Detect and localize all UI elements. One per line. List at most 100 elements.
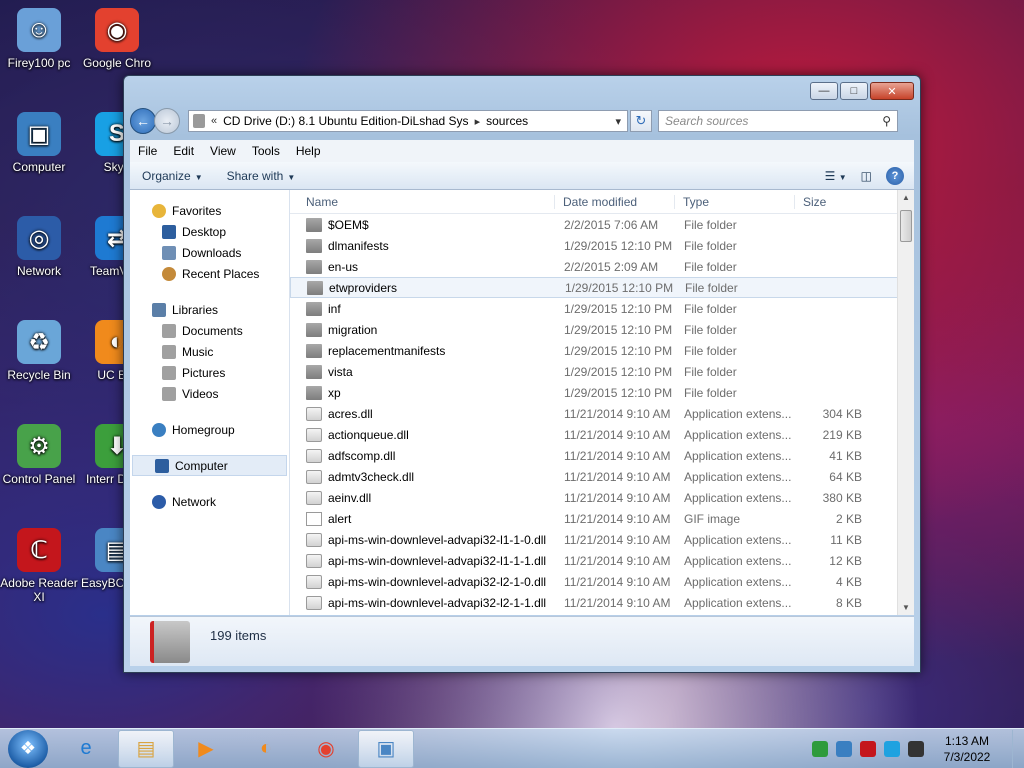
refresh-button[interactable]: ↻: [630, 110, 652, 132]
file-row[interactable]: inf 1/29/2015 12:10 PM File folder: [290, 298, 914, 319]
change-view-icon[interactable]: ☰ ▼: [825, 169, 847, 183]
preview-pane-icon[interactable]: ◫: [861, 169, 872, 183]
menu-edit[interactable]: Edit: [165, 144, 202, 158]
file-row[interactable]: acres.dll 11/21/2014 9:10 AM Application e…: [290, 403, 914, 424]
nav-homegroup[interactable]: Homegroup: [130, 419, 289, 440]
nav-pictures[interactable]: Pictures: [130, 362, 289, 383]
clock[interactable]: 1:13 AM 7/3/2022: [932, 733, 1002, 765]
maximize-button[interactable]: □: [840, 82, 868, 100]
ie-button[interactable]: e: [58, 730, 114, 768]
nav-libraries[interactable]: Libraries: [130, 299, 289, 320]
tray-icon[interactable]: [908, 740, 924, 757]
file-row[interactable]: $OEM$ 2/2/2015 7:06 AM File folder: [290, 214, 914, 235]
menu-file[interactable]: File: [130, 144, 165, 158]
file-row[interactable]: api-ms-win-downlevel-advapi32-l1-1-0.dll…: [290, 529, 914, 550]
show-desktop-button[interactable]: [1012, 729, 1024, 768]
file-name: api-ms-win-downlevel-advapi32-l2-1-0.dll: [290, 574, 554, 589]
uc-browser-button[interactable]: ◐: [238, 730, 294, 768]
dll-file-icon: [306, 595, 322, 610]
file-row[interactable]: dlmanifests 1/29/2015 12:10 PM File folder: [290, 235, 914, 256]
desktop-icon-control-panel[interactable]: ⚙ Control Panel: [0, 424, 78, 486]
taskbar: ❖ e ▤ ▶ ◐ ◉ ▣ 1:13 AM 7/3/2022: [0, 728, 1024, 768]
chrome-button[interactable]: ◉: [298, 730, 354, 768]
menu-view[interactable]: View: [202, 144, 244, 158]
close-button[interactable]: ✕: [870, 82, 914, 100]
column-type[interactable]: Type: [674, 194, 794, 209]
menu-tools[interactable]: Tools: [244, 144, 288, 158]
scrollbar-thumb[interactable]: [900, 210, 912, 242]
tray-icon[interactable]: [812, 740, 828, 757]
forward-button[interactable]: →: [154, 108, 180, 134]
scroll-down-icon[interactable]: ▼: [902, 603, 910, 612]
drive-large-icon: [150, 620, 190, 663]
tray-icon[interactable]: [836, 740, 852, 757]
desktop-icon-label: Control Panel: [2, 472, 76, 486]
desktop-icon-computer[interactable]: ▣ Computer: [0, 112, 78, 174]
nav-documents[interactable]: Documents: [130, 320, 289, 341]
nav-recent-places[interactable]: Recent Places: [130, 263, 289, 284]
easybcd-button[interactable]: ▣: [358, 729, 414, 768]
desktop-icon-firey100-pc[interactable]: ☺ Firey100 pc: [0, 8, 78, 70]
nav-favorites[interactable]: Favorites: [130, 200, 289, 221]
easybcd-icon: ▣: [376, 738, 396, 760]
file-row[interactable]: en-us 2/2/2015 2:09 AM File folder: [290, 256, 914, 277]
column-date-modified[interactable]: Date modified: [554, 194, 674, 209]
desktop-icon-label: Network: [16, 264, 61, 278]
file-row[interactable]: replacementmanifests 1/29/2015 12:10 PM Fi…: [290, 340, 914, 361]
file-row[interactable]: alert 11/21/2014 9:10 AM GIF image 2 KB: [290, 508, 914, 529]
file-row[interactable]: api-ms-win-downlevel-advapi32-l1-1-1.dll…: [290, 550, 914, 571]
file-row[interactable]: api-ms-win-downlevel-advapi32-l2-1-0.dll…: [290, 571, 914, 592]
desktop-icon-google-chro[interactable]: ◉ Google Chro: [78, 8, 156, 70]
help-icon[interactable]: ?: [886, 166, 904, 185]
file-row[interactable]: vista 1/29/2015 12:10 PM File folder: [290, 361, 914, 382]
file-row[interactable]: etwproviders 1/29/2015 12:10 PM File folde…: [290, 277, 914, 298]
column-name[interactable]: Name: [290, 195, 554, 209]
vertical-scrollbar[interactable]: ▲ ▼: [897, 190, 914, 615]
nav-homegroup-label: Homegroup: [172, 422, 235, 437]
nav-music[interactable]: Music: [130, 341, 289, 362]
desktop-icon-label: Adobe Reader XI: [0, 576, 78, 604]
desktop-icon-adobe-reader-xi[interactable]: ℂ Adobe Reader XI: [0, 528, 78, 604]
desktop-icon-recycle-bin[interactable]: ♻ Recycle Bin: [0, 320, 78, 382]
breadcrumb-overflow[interactable]: «: [211, 115, 217, 127]
libraries-icon: [152, 302, 166, 317]
file-row[interactable]: migration 1/29/2015 12:10 PM File folder: [290, 319, 914, 340]
tray-icon[interactable]: [884, 740, 900, 757]
tray-icon[interactable]: [860, 740, 876, 757]
media-player-button[interactable]: ▶: [178, 730, 234, 768]
file-name-text: api-ms-win-downlevel-advapi32-l2-1-1.dll: [328, 595, 547, 610]
file-row[interactable]: actionqueue.dll 11/21/2014 9:10 AM Applica…: [290, 424, 914, 445]
scroll-up-icon[interactable]: ▲: [902, 193, 910, 202]
address-dropdown-icon[interactable]: ▾: [615, 115, 627, 128]
search-input[interactable]: Search sources ⚲: [658, 110, 898, 132]
file-name: adfscomp.dll: [290, 448, 554, 463]
menu-help[interactable]: Help: [288, 144, 329, 158]
breadcrumb-separator-icon[interactable]: ▸: [475, 115, 481, 128]
start-button[interactable]: ❖: [8, 729, 48, 768]
file-row[interactable]: aeinv.dll 11/21/2014 9:10 AM Application e…: [290, 487, 914, 508]
column-size[interactable]: Size: [794, 194, 864, 209]
back-button[interactable]: ←: [130, 108, 156, 134]
nav-computer[interactable]: Computer: [132, 455, 287, 476]
breadcrumb-drive[interactable]: CD Drive (D:) 8.1 Ubuntu Edition-DiLshad…: [223, 114, 468, 128]
explorer-button[interactable]: ▤: [118, 729, 174, 768]
file-row[interactable]: api-ms-win-downlevel-advapi32-l2-1-1.dll…: [290, 592, 914, 613]
address-bar[interactable]: « CD Drive (D:) 8.1 Ubuntu Edition-DiLsh…: [188, 110, 628, 132]
file-type: File folder: [684, 343, 737, 358]
breadcrumb-sources[interactable]: sources: [486, 114, 528, 128]
file-row[interactable]: xp 1/29/2015 12:10 PM File folder: [290, 382, 914, 403]
desktop-icon-network[interactable]: ◎ Network: [0, 216, 78, 278]
nav-desktop[interactable]: Desktop: [130, 221, 289, 242]
file-name-text: actionqueue.dll: [328, 427, 409, 442]
organize-button[interactable]: Organize ▼: [130, 169, 215, 183]
folder-icon: [306, 301, 322, 316]
nav-videos[interactable]: Videos: [130, 383, 289, 404]
file-date: 11/21/2014 9:10 AM: [564, 553, 671, 568]
share-with-button[interactable]: Share with ▼: [215, 169, 308, 183]
file-date: 1/29/2015 12:10 PM: [564, 385, 673, 400]
nav-downloads[interactable]: Downloads: [130, 242, 289, 263]
file-row[interactable]: admtv3check.dll 11/21/2014 9:10 AM Applica…: [290, 466, 914, 487]
nav-network[interactable]: Network: [130, 491, 289, 512]
minimize-button[interactable]: —: [810, 82, 838, 100]
file-row[interactable]: adfscomp.dll 11/21/2014 9:10 AM Applicatio…: [290, 445, 914, 466]
